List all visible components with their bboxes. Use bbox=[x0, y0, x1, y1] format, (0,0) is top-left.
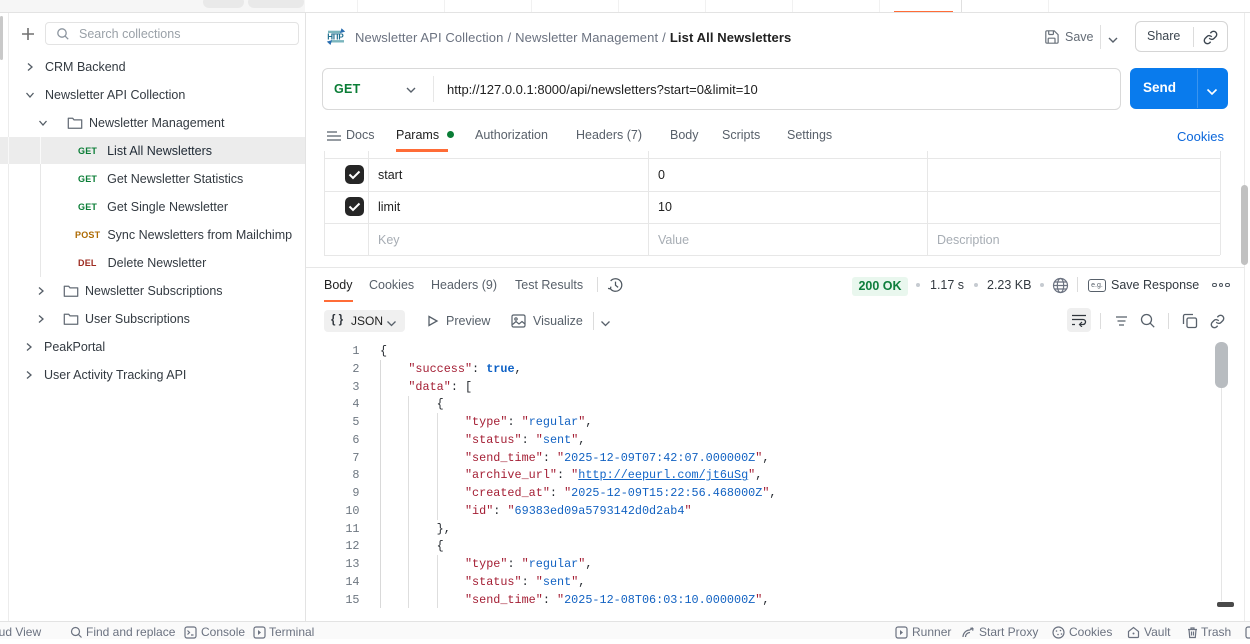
svg-text:HTTP: HTTP bbox=[327, 32, 344, 41]
